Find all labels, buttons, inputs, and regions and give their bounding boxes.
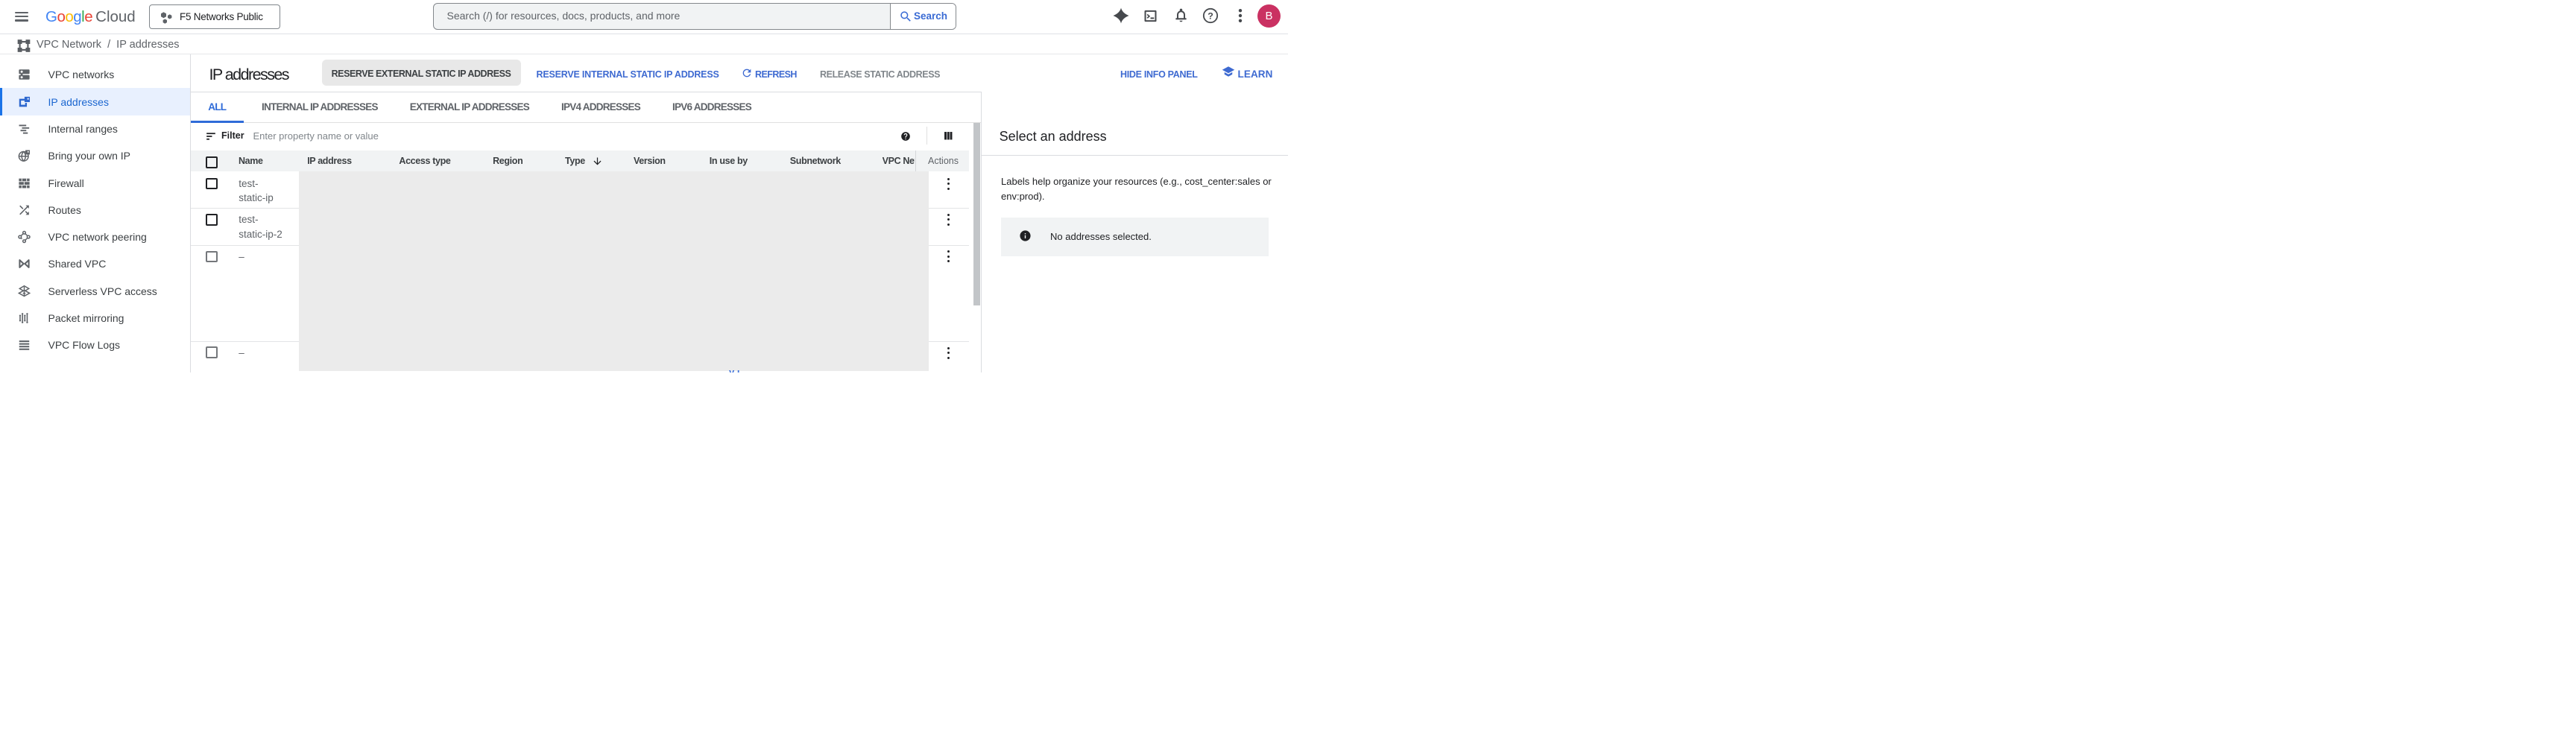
svg-text:?: ? [1208,10,1213,21]
